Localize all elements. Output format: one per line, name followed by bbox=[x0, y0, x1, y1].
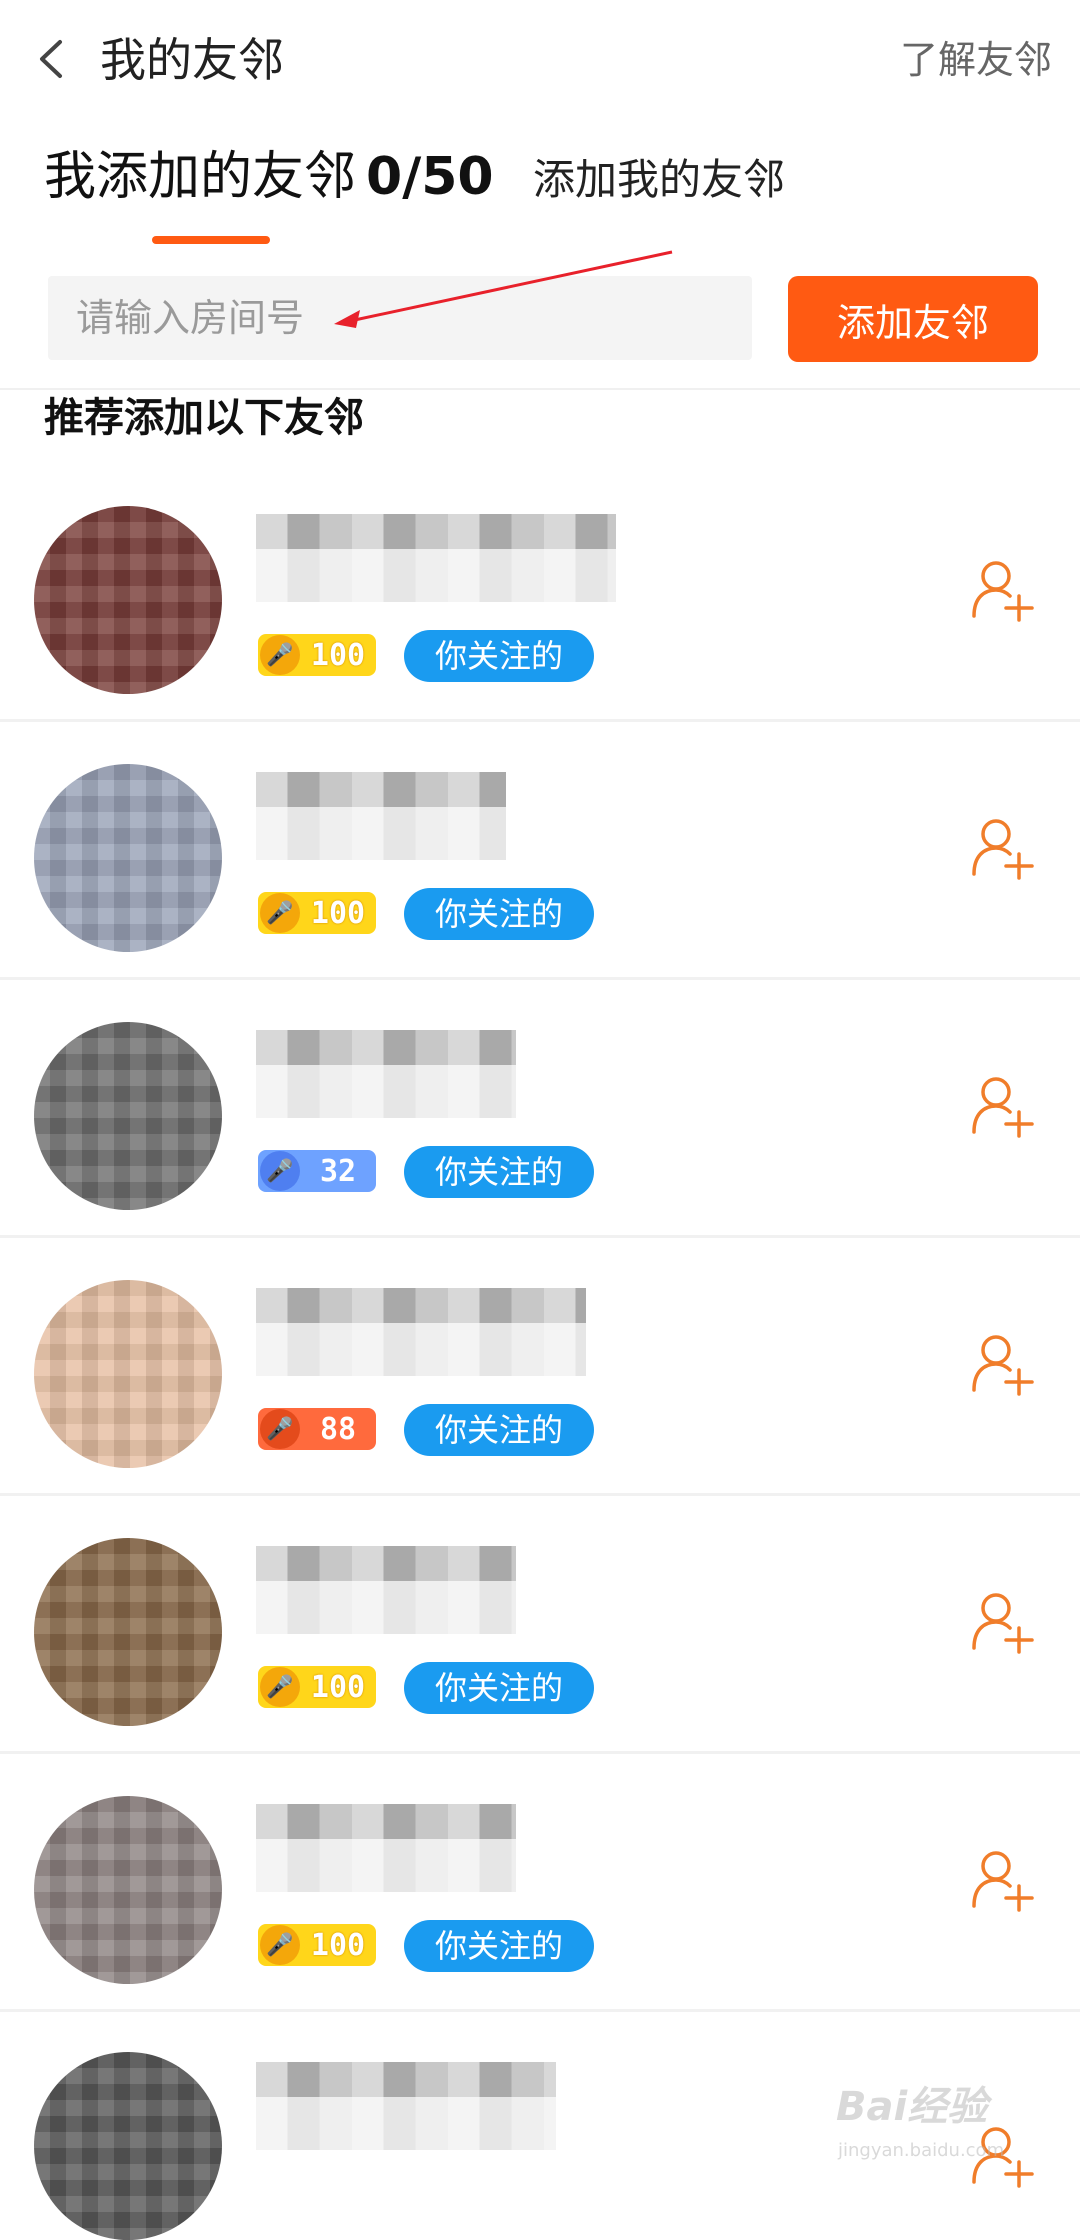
blurred-user-name bbox=[256, 2062, 556, 2150]
avatar[interactable] bbox=[34, 1022, 222, 1210]
avatar[interactable] bbox=[34, 506, 222, 694]
room-number-input[interactable] bbox=[48, 276, 752, 360]
level-badge: 🎤 100 bbox=[258, 634, 376, 676]
list-item-partial[interactable] bbox=[0, 2012, 1080, 2240]
list-item[interactable]: 🎤 100 你关注的 bbox=[0, 1496, 1080, 1754]
add-friend-icon[interactable] bbox=[970, 1072, 1036, 1138]
following-tag: 你关注的 bbox=[404, 1920, 594, 1972]
blurred-user-name bbox=[256, 1804, 516, 1892]
list-item[interactable]: 🎤 100 你关注的 bbox=[0, 722, 1080, 980]
blurred-user-name bbox=[256, 514, 616, 602]
back-arrow-icon[interactable] bbox=[32, 36, 72, 82]
level-number: 100 bbox=[310, 1927, 366, 1963]
recommended-friend-list: 🎤 100 你关注的 🎤 100 你关注的 🎤 32 你关注的 🎤 88 你关注… bbox=[0, 464, 1080, 2240]
tab-added-me-friends[interactable]: 添加我的友邻 bbox=[533, 150, 785, 210]
avatar[interactable] bbox=[34, 1796, 222, 1984]
following-tag: 你关注的 bbox=[404, 1662, 594, 1714]
following-tag: 你关注的 bbox=[404, 888, 594, 940]
add-friend-icon[interactable] bbox=[970, 1846, 1036, 1912]
microphone-icon: 🎤 bbox=[260, 1925, 300, 1965]
tab-my-added-friends-label: 我添加的友邻 bbox=[44, 147, 357, 207]
level-number: 100 bbox=[310, 1669, 366, 1705]
avatar[interactable] bbox=[34, 2052, 222, 2240]
level-number: 100 bbox=[310, 895, 366, 931]
level-badge: 🎤 100 bbox=[258, 1666, 376, 1708]
blurred-user-name bbox=[256, 1546, 516, 1634]
microphone-icon: 🎤 bbox=[260, 1667, 300, 1707]
following-tag: 你关注的 bbox=[404, 1404, 594, 1456]
tab-bar: 我添加的友邻 0/50 添加我的友邻 bbox=[0, 140, 1080, 390]
microphone-icon: 🎤 bbox=[260, 635, 300, 675]
level-badge: 🎤 100 bbox=[258, 892, 376, 934]
blurred-user-name bbox=[256, 1288, 586, 1376]
add-friend-icon[interactable] bbox=[970, 2122, 1036, 2188]
level-badge: 🎤 88 bbox=[258, 1408, 376, 1450]
following-tag: 你关注的 bbox=[404, 630, 594, 682]
microphone-icon: 🎤 bbox=[260, 1409, 300, 1449]
level-badge: 🎤 100 bbox=[258, 1924, 376, 1966]
level-badge: 🎤 32 bbox=[258, 1150, 376, 1192]
avatar[interactable] bbox=[34, 764, 222, 952]
level-number: 88 bbox=[319, 1411, 357, 1447]
following-tag: 你关注的 bbox=[404, 1146, 594, 1198]
level-number: 32 bbox=[319, 1153, 357, 1189]
add-friend-icon[interactable] bbox=[970, 556, 1036, 622]
microphone-icon: 🎤 bbox=[260, 893, 300, 933]
blurred-user-name bbox=[256, 1030, 516, 1118]
add-friend-icon[interactable] bbox=[970, 1330, 1036, 1396]
learn-about-friends-link[interactable]: 了解友邻 bbox=[900, 32, 1052, 88]
add-friend-button[interactable]: 添加友邻 bbox=[788, 276, 1038, 362]
list-item[interactable]: 🎤 100 你关注的 bbox=[0, 464, 1080, 722]
blurred-user-name bbox=[256, 772, 506, 860]
tab-my-added-friends[interactable]: 我添加的友邻 0/50 bbox=[44, 140, 494, 214]
page-title: 我的友邻 bbox=[100, 33, 284, 87]
microphone-icon: 🎤 bbox=[260, 1151, 300, 1191]
recommendation-heading: 推荐添加以下友邻 bbox=[44, 395, 364, 441]
level-number: 100 bbox=[310, 637, 366, 673]
avatar[interactable] bbox=[34, 1280, 222, 1468]
add-friend-icon[interactable] bbox=[970, 1588, 1036, 1654]
list-item[interactable]: 🎤 100 你关注的 bbox=[0, 1754, 1080, 2012]
top-bar: 我的友邻 了解友邻 bbox=[0, 0, 1080, 120]
active-tab-indicator bbox=[152, 236, 270, 244]
avatar[interactable] bbox=[34, 1538, 222, 1726]
list-item[interactable]: 🎤 88 你关注的 bbox=[0, 1238, 1080, 1496]
add-friend-icon[interactable] bbox=[970, 814, 1036, 880]
friend-count: 0/50 bbox=[366, 147, 494, 207]
list-item[interactable]: 🎤 32 你关注的 bbox=[0, 980, 1080, 1238]
